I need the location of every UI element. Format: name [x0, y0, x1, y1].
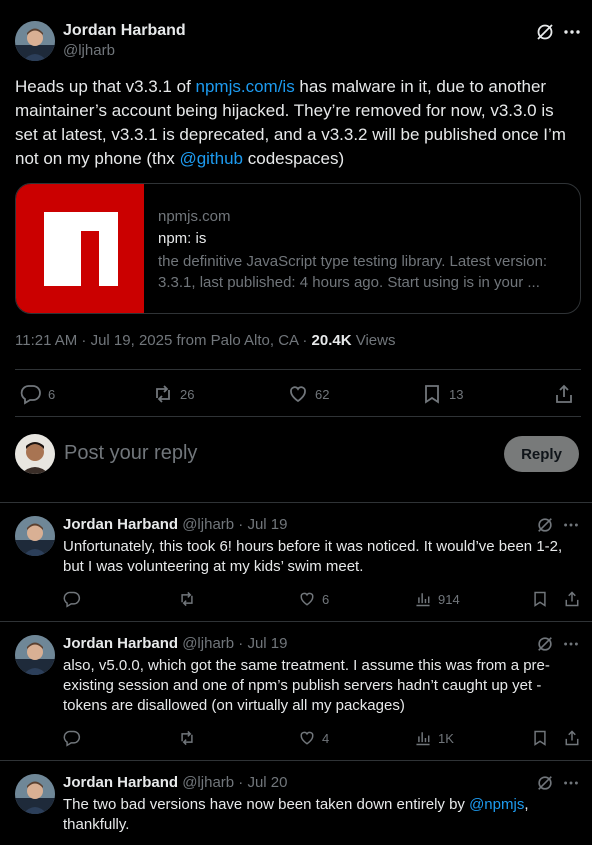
reply-text: also, v5.0.0, which got the same treatme…: [63, 657, 550, 714]
tweet-meta: 11:21 AM · Jul 19, 2025 from Palo Alto, …: [15, 332, 396, 349]
divider: [15, 369, 581, 370]
retweet-icon: [181, 730, 193, 746]
divider: [0, 502, 592, 503]
more-options-icon[interactable]: [562, 516, 580, 539]
github-mention-link[interactable]: @github: [179, 149, 243, 168]
reply-header: Jordan Harband @ljharb · Jul 19: [63, 516, 287, 533]
bookmark-icon: [534, 730, 546, 746]
current-user-avatar[interactable]: [15, 434, 55, 474]
share-icon: [565, 730, 579, 746]
retweet-action[interactable]: [178, 590, 196, 608]
divider: [0, 621, 592, 622]
tweet-text-part: Heads up that v3.3.1 of: [15, 77, 196, 96]
tweet-text: Heads up that v3.3.1 of npmjs.com/is has…: [15, 75, 581, 171]
like-action[interactable]: 4: [298, 729, 329, 747]
reply-header: Jordan Harband @ljharb · Jul 19: [63, 635, 287, 652]
share-action[interactable]: [553, 383, 575, 405]
views-count: 914: [438, 591, 460, 607]
views-action[interactable]: 1K: [414, 729, 454, 747]
reply-author-name[interactable]: Jordan Harband: [63, 516, 178, 533]
reply-text-part: The two bad versions have now been taken…: [63, 796, 470, 813]
reply-author-handle[interactable]: @ljharb: [182, 774, 234, 791]
views-count: 20.4K: [311, 332, 352, 349]
author-avatar[interactable]: [15, 21, 55, 61]
reply-action[interactable]: [63, 590, 81, 608]
reply-header: Jordan Harband @ljharb · Jul 20: [63, 774, 287, 791]
retweet-action[interactable]: 26: [152, 383, 194, 405]
reply-avatar[interactable]: [15, 774, 55, 814]
divider: [15, 416, 581, 417]
heart-icon: [300, 592, 314, 606]
reply-action[interactable]: 6: [20, 383, 55, 405]
npmjs-mention-link[interactable]: @npmjs: [469, 796, 524, 813]
bookmark-count: 13: [449, 386, 464, 402]
reply-action[interactable]: [63, 729, 81, 747]
more-options-icon[interactable]: [562, 22, 582, 42]
retweet-action[interactable]: [178, 729, 196, 747]
tweet-text-part: codespaces): [243, 149, 345, 168]
like-action[interactable]: 62: [287, 383, 329, 405]
like-count: 6: [322, 591, 330, 607]
npm-logo-image: [16, 184, 144, 313]
reply-author-name[interactable]: Jordan Harband: [63, 774, 178, 791]
like-action[interactable]: 6: [298, 590, 329, 608]
grok-icon[interactable]: [536, 774, 554, 797]
reply-avatar[interactable]: [15, 635, 55, 675]
reply-icon: [63, 591, 81, 608]
grok-icon[interactable]: [535, 22, 555, 42]
share-action[interactable]: [563, 729, 581, 747]
retweet-count: 26: [180, 386, 195, 402]
author-handle[interactable]: @ljharb: [63, 42, 115, 59]
npm-link[interactable]: npmjs.com/is: [196, 77, 295, 96]
views-count: 1K: [438, 730, 454, 746]
grok-icon[interactable]: [536, 516, 554, 539]
more-options-icon[interactable]: [562, 774, 580, 797]
link-preview-card[interactable]: npmjs.com npm: is the definitive JavaScr…: [15, 183, 581, 314]
heart-icon: [300, 731, 314, 745]
share-action[interactable]: [563, 590, 581, 608]
reply-date[interactable]: · Jul 19: [234, 635, 287, 652]
retweet-icon: [156, 385, 170, 403]
reply-author-handle[interactable]: @ljharb: [182, 635, 234, 652]
reply-icon: [20, 385, 41, 405]
reply-text: The two bad versions have now been taken…: [63, 795, 575, 835]
bookmark-action[interactable]: [531, 729, 549, 747]
like-count: 4: [322, 730, 330, 746]
bookmark-action[interactable]: 13: [421, 383, 463, 405]
heart-icon: [290, 386, 306, 403]
reply-avatar[interactable]: [15, 516, 55, 556]
timestamp[interactable]: 11:21 AM · Jul 19, 2025 from Palo Alto, …: [15, 332, 312, 349]
author-name[interactable]: Jordan Harband: [63, 22, 186, 40]
grok-icon[interactable]: [536, 635, 554, 658]
views-label: Views: [351, 332, 396, 349]
bookmark-action[interactable]: [531, 590, 549, 608]
reply-icon: [63, 730, 81, 747]
reply-date[interactable]: · Jul 19: [234, 516, 287, 533]
reply-date[interactable]: · Jul 20: [234, 774, 287, 791]
bookmark-icon: [534, 591, 546, 607]
retweet-icon: [181, 591, 193, 607]
share-icon: [565, 591, 579, 607]
divider: [0, 760, 592, 761]
card-description: the definitive JavaScript type testing l…: [158, 253, 548, 291]
reply-count: 6: [48, 386, 56, 402]
more-options-icon[interactable]: [562, 635, 580, 658]
like-count: 62: [315, 386, 330, 402]
reply-author-name[interactable]: Jordan Harband: [63, 635, 178, 652]
bookmark-icon: [425, 385, 439, 404]
card-title: npm: is: [158, 230, 207, 247]
analytics-icon: [416, 593, 430, 607]
reply-text: Unfortunately, this took 6! hours before…: [63, 538, 563, 575]
card-domain: npmjs.com: [158, 208, 231, 225]
analytics-icon: [416, 732, 430, 746]
reply-button[interactable]: Reply: [504, 436, 579, 472]
reply-author-handle[interactable]: @ljharb: [182, 516, 234, 533]
share-icon: [556, 384, 572, 403]
views-action[interactable]: 914: [414, 590, 460, 608]
reply-input[interactable]: Post your reply: [64, 442, 197, 465]
